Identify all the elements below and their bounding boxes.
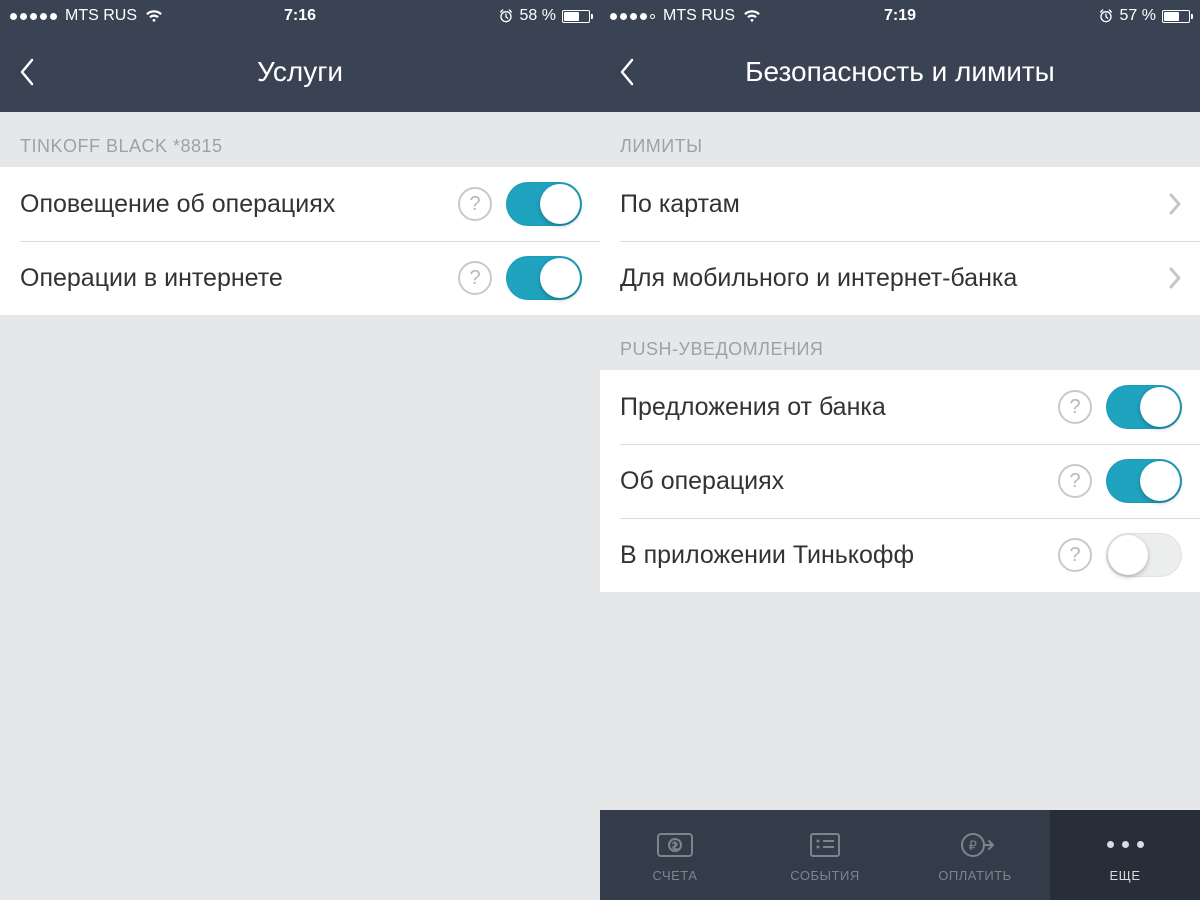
pay-icon: ₽	[953, 828, 997, 862]
screen-security: MTS RUS 7:19 57 % Безопасность и лимиты …	[600, 0, 1200, 900]
status-bar: MTS RUS 7:16 58 %	[0, 0, 600, 32]
page-title: Безопасность и лимиты	[745, 56, 1055, 88]
tab-label: ЕЩЕ	[1109, 868, 1140, 883]
wifi-icon	[145, 9, 163, 23]
row-label: По картам	[620, 190, 1156, 219]
list-push: Предложения от банка ? Об операциях ? В …	[600, 370, 1200, 592]
tab-bar: СЧЕТА СОБЫТИЯ ₽ ОПЛАТИТ	[600, 810, 1200, 900]
toggle-ops[interactable]	[1106, 459, 1182, 503]
list-services: Оповещение об операциях ? Операции в инт…	[0, 167, 600, 315]
tab-pay[interactable]: ₽ ОПЛАТИТЬ	[900, 810, 1050, 900]
section-header-push: PUSH-УВЕДОМЛЕНИЯ	[600, 315, 1200, 370]
row-notifications: Оповещение об операциях ?	[0, 167, 600, 241]
page-title: Услуги	[257, 56, 343, 88]
row-label: Об операциях	[620, 467, 1048, 496]
row-app-news: В приложении Тинькофф ?	[600, 518, 1200, 592]
battery-icon	[562, 10, 590, 23]
screen-services: MTS RUS 7:16 58 % Услуги TINKOFF BLACK *…	[0, 0, 600, 900]
battery-text: 57 %	[1120, 7, 1156, 25]
row-bank-offers: Предложения от банка ?	[600, 370, 1200, 444]
section-header-card: TINKOFF BLACK *8815	[0, 112, 600, 167]
tab-events[interactable]: СОБЫТИЯ	[750, 810, 900, 900]
row-mobile-limit[interactable]: Для мобильного и интернет-банка	[600, 241, 1200, 315]
row-ops: Об операциях ?	[600, 444, 1200, 518]
tab-label: ОПЛАТИТЬ	[938, 868, 1011, 883]
back-button[interactable]	[612, 50, 642, 94]
accounts-icon	[653, 828, 697, 862]
tab-more[interactable]: ЕЩЕ	[1050, 810, 1200, 900]
status-bar: MTS RUS 7:19 57 %	[600, 0, 1200, 32]
row-label: Оповещение об операциях	[20, 190, 448, 219]
events-icon	[803, 828, 847, 862]
signal-dots	[610, 13, 655, 20]
alarm-icon	[1098, 8, 1114, 24]
row-internet-ops: Операции в интернете ?	[0, 241, 600, 315]
help-icon[interactable]: ?	[458, 187, 492, 221]
row-label: В приложении Тинькофф	[620, 541, 1048, 570]
tab-label: СЧЕТА	[653, 868, 698, 883]
chevron-left-icon	[618, 56, 636, 88]
tab-label: СОБЫТИЯ	[790, 868, 859, 883]
row-label: Для мобильного и интернет-банка	[620, 264, 1156, 293]
svg-text:₽: ₽	[969, 838, 978, 853]
back-button[interactable]	[12, 50, 42, 94]
nav-bar: Услуги	[0, 32, 600, 112]
chevron-left-icon	[18, 56, 36, 88]
help-icon[interactable]: ?	[1058, 390, 1092, 424]
tab-accounts[interactable]: СЧЕТА	[600, 810, 750, 900]
toggle-internet-ops[interactable]	[506, 256, 582, 300]
help-icon[interactable]: ?	[1058, 464, 1092, 498]
battery-icon	[1162, 10, 1190, 23]
clock: 7:16	[284, 7, 316, 25]
alarm-icon	[498, 8, 514, 24]
carrier-label: MTS RUS	[65, 7, 137, 25]
chevron-right-icon	[1168, 266, 1182, 290]
battery-text: 58 %	[520, 7, 556, 25]
nav-bar: Безопасность и лимиты	[600, 32, 1200, 112]
row-label: Предложения от банка	[620, 393, 1048, 422]
chevron-right-icon	[1168, 192, 1182, 216]
row-cards-limit[interactable]: По картам	[600, 167, 1200, 241]
more-icon	[1107, 828, 1144, 862]
toggle-notifications[interactable]	[506, 182, 582, 226]
list-limits: По картам Для мобильного и интернет-банк…	[600, 167, 1200, 315]
signal-dots	[10, 13, 57, 20]
help-icon[interactable]: ?	[458, 261, 492, 295]
wifi-icon	[743, 9, 761, 23]
help-icon[interactable]: ?	[1058, 538, 1092, 572]
section-header-limits: ЛИМИТЫ	[600, 112, 1200, 167]
row-label: Операции в интернете	[20, 264, 448, 293]
toggle-app-news[interactable]	[1106, 533, 1182, 577]
toggle-bank-offers[interactable]	[1106, 385, 1182, 429]
clock: 7:19	[884, 7, 916, 25]
carrier-label: MTS RUS	[663, 7, 735, 25]
